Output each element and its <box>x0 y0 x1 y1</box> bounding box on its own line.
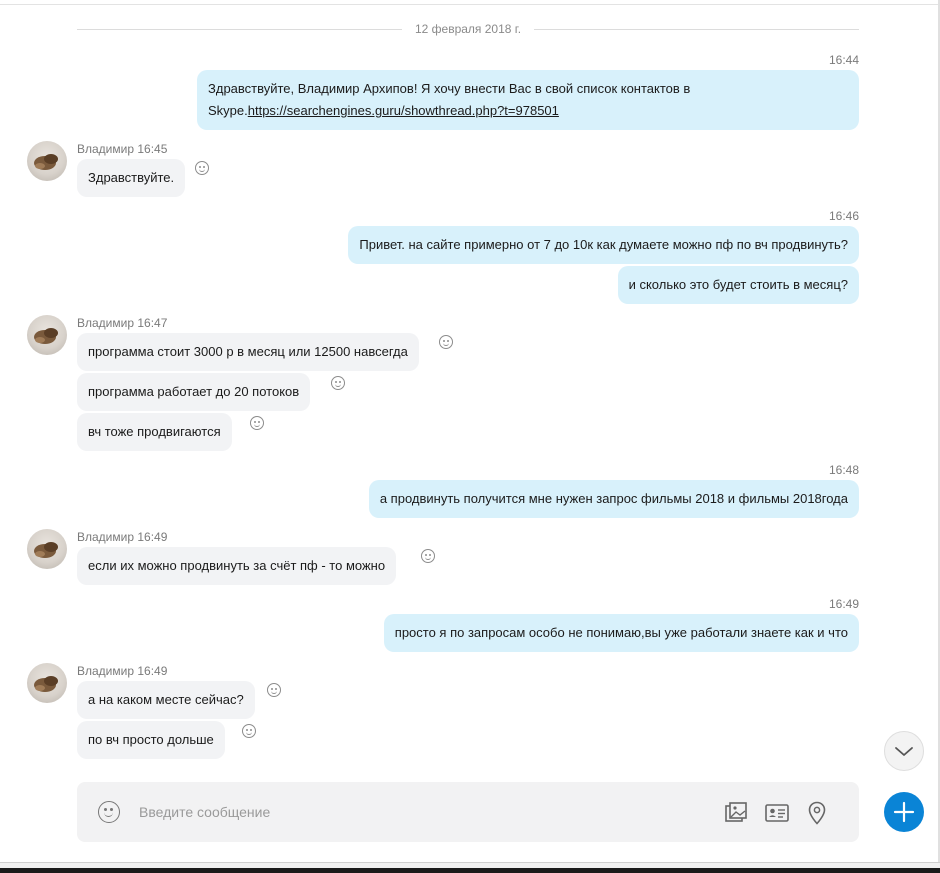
message-text: просто я по запросам особо не понимаю,вы… <box>394 625 848 640</box>
message-composer <box>77 782 859 842</box>
message-text: Здравствуйте. <box>88 170 175 185</box>
avatar[interactable] <box>27 529 67 569</box>
message-text: вч тоже продвигаются <box>88 424 221 439</box>
message-text: а на каком месте сейчас? <box>88 692 244 707</box>
message-time: 16:44 <box>828 53 859 67</box>
message-text: и сколько это будет стоить в месяц? <box>628 277 848 292</box>
outgoing-message[interactable]: просто я по запросам особо не понимаю,вы… <box>383 614 859 652</box>
chat-window: 12 февраля 2018 г. 16:44 Здравствуйте, В… <box>0 0 940 873</box>
message-text: Привет. на сайте примерно от 7 до 10к ка… <box>359 237 848 252</box>
avatar-image <box>34 542 58 558</box>
reaction-smiley-icon[interactable] <box>439 335 453 349</box>
add-button[interactable] <box>884 792 924 832</box>
message-text: если их можно продвинуть за счёт пф - то… <box>88 558 386 573</box>
top-divider <box>0 4 940 5</box>
outgoing-message[interactable]: а продвинуть получится мне нужен запрос … <box>368 480 859 518</box>
avatar[interactable] <box>27 663 67 703</box>
sender-meta: Владимир 16:49 <box>77 664 168 678</box>
gallery-icon[interactable] <box>723 800 749 826</box>
sender-meta: Владимир 16:49 <box>77 530 168 544</box>
reaction-smiley-icon[interactable] <box>242 724 256 738</box>
avatar-image <box>34 154 58 170</box>
outgoing-message[interactable]: Здравствуйте, Владимир Архипов! Я хочу в… <box>197 70 859 130</box>
reaction-smiley-icon[interactable] <box>421 549 435 563</box>
incoming-message[interactable]: программа работает до 20 потоков <box>77 373 311 411</box>
avatar-image <box>34 328 58 344</box>
message-time: 16:49 <box>828 597 859 611</box>
incoming-message[interactable]: Здравствуйте. <box>77 159 186 197</box>
chevron-down-icon <box>895 747 913 756</box>
reaction-smiley-icon[interactable] <box>250 416 264 430</box>
scroll-down-button[interactable] <box>884 731 924 771</box>
incoming-message[interactable]: вч тоже продвигаются <box>77 413 232 451</box>
avatar[interactable] <box>27 315 67 355</box>
date-separator: 12 февраля 2018 г. <box>77 20 859 40</box>
incoming-message[interactable]: если их можно продвинуть за счёт пф - то… <box>77 547 397 585</box>
message-text: программа стоит 3000 р в месяц или 12500… <box>88 344 408 359</box>
taskbar-edge <box>0 868 940 873</box>
reaction-smiley-icon[interactable] <box>331 376 345 390</box>
message-time: 16:46 <box>828 209 859 223</box>
message-link[interactable]: https://searchengines.guru/showthread.ph… <box>248 103 559 118</box>
sender-meta: Владимир 16:45 <box>77 142 168 156</box>
reaction-smiley-icon[interactable] <box>195 161 209 175</box>
incoming-message[interactable]: программа стоит 3000 р в месяц или 12500… <box>77 333 419 371</box>
message-time: 16:48 <box>828 463 859 477</box>
incoming-message[interactable]: по вч просто дольше <box>77 721 225 759</box>
outgoing-message[interactable]: и сколько это будет стоить в месяц? <box>617 266 859 304</box>
message-text: а продвинуть получится мне нужен запрос … <box>379 491 848 506</box>
outgoing-message[interactable]: Привет. на сайте примерно от 7 до 10к ка… <box>348 226 859 264</box>
avatar-image <box>34 676 58 692</box>
plus-icon <box>893 801 915 823</box>
message-input[interactable] <box>137 798 697 826</box>
contact-card-icon[interactable] <box>764 800 790 826</box>
message-text: программа работает до 20 потоков <box>88 384 300 399</box>
avatar[interactable] <box>27 141 67 181</box>
emoji-icon[interactable] <box>98 801 120 823</box>
message-text: по вч просто дольше <box>88 732 214 747</box>
reaction-smiley-icon[interactable] <box>267 683 281 697</box>
incoming-message[interactable]: а на каком месте сейчас? <box>77 681 255 719</box>
location-pin-icon[interactable] <box>804 800 830 826</box>
sender-meta: Владимир 16:47 <box>77 316 168 330</box>
